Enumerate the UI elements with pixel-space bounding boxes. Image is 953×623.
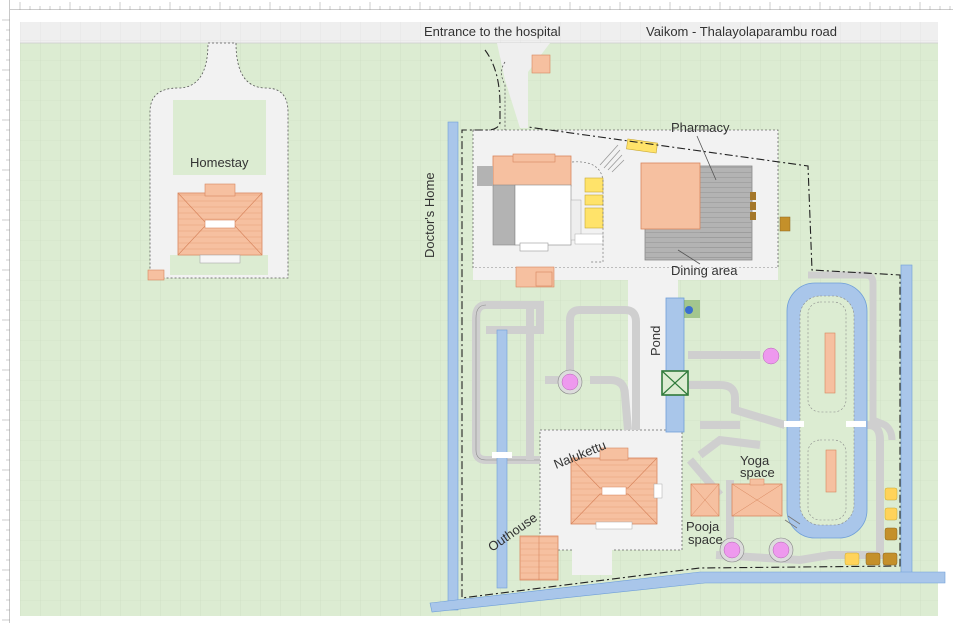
pond-channel xyxy=(665,297,685,433)
label-road: Vaikom - Thalayolaparambu road xyxy=(646,24,837,39)
label-pharmacy: Pharmacy xyxy=(671,120,730,135)
label-homestay: Homestay xyxy=(190,155,249,170)
label-pooja-space-line2: space xyxy=(688,532,723,547)
label-dining-area: Dining area xyxy=(671,263,738,278)
yoga-loop-pond xyxy=(784,282,868,539)
pooja-yoga-buildings xyxy=(690,478,783,517)
label-doctors-home: Doctor's Home xyxy=(422,172,437,258)
outhouse-building xyxy=(519,535,559,581)
site-plan-canvas: Entrance to the hospital Vaikom - Thalay… xyxy=(0,0,953,623)
label-pond: Pond xyxy=(648,326,663,356)
label-yoga-space-line2: space xyxy=(740,465,775,480)
ruler-left xyxy=(0,0,10,623)
label-entrance: Entrance to the hospital xyxy=(424,24,561,39)
